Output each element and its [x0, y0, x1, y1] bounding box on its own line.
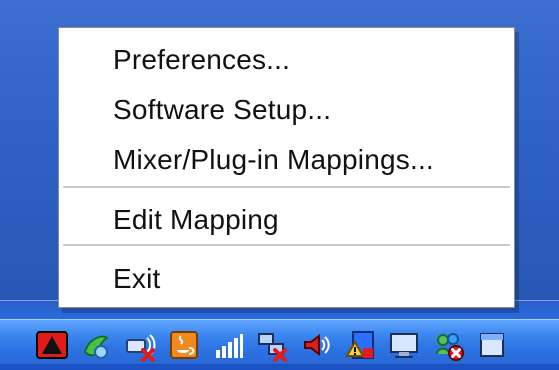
- menu-item-mixer-plugin-mappings[interactable]: Mixer/Plug-in Mappings...: [59, 136, 514, 184]
- system-tray: [0, 319, 559, 365]
- menu-separator: [63, 186, 510, 188]
- users-error-icon[interactable]: [431, 328, 465, 362]
- speaker-volume-icon[interactable]: [299, 328, 333, 362]
- context-menu: Preferences... Software Setup... Mixer/P…: [58, 27, 515, 308]
- network-disconnected-icon[interactable]: [255, 328, 289, 362]
- signal-bars-icon[interactable]: [211, 328, 245, 362]
- menu-item-preferences[interactable]: Preferences...: [59, 36, 514, 84]
- display-monitor-icon[interactable]: [387, 328, 421, 362]
- menu-item-exit[interactable]: Exit: [59, 255, 514, 303]
- tray-icons-row: [35, 328, 509, 362]
- java-coffee-icon[interactable]: [167, 328, 201, 362]
- wireless-network-disconnected-icon[interactable]: [123, 328, 157, 362]
- green-leaf-icon[interactable]: [79, 328, 113, 362]
- menu-separator: [63, 244, 510, 246]
- alert-red-icon[interactable]: [35, 328, 69, 362]
- menu-item-software-setup[interactable]: Software Setup...: [59, 86, 514, 134]
- window-icon[interactable]: [475, 328, 509, 362]
- taskbar: [0, 300, 559, 370]
- menu-item-edit-mapping[interactable]: Edit Mapping: [59, 196, 514, 244]
- security-warning-icon[interactable]: [343, 328, 377, 362]
